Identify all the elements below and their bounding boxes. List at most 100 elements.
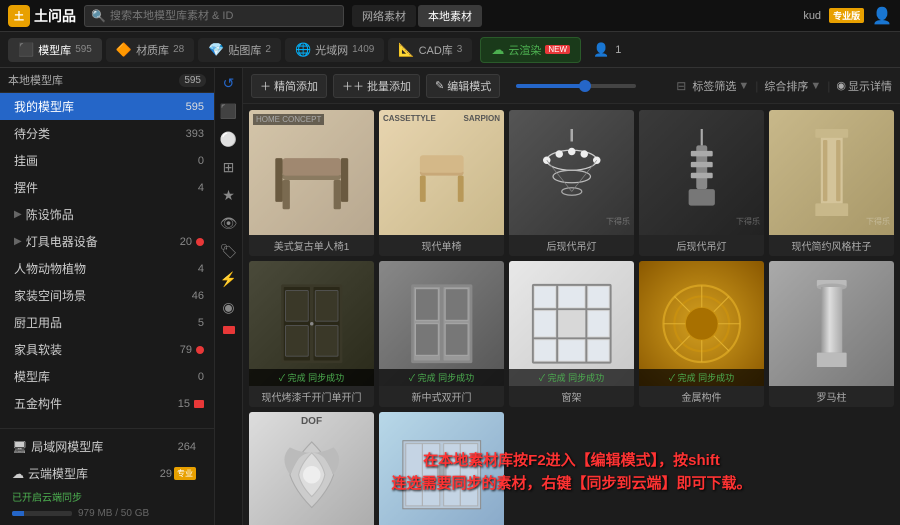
thumb-metal: ✓ 完成 同步成功: [639, 261, 764, 386]
btn-display[interactable]: ◉ 显示详情: [836, 78, 892, 94]
brand1-label: CASSETTYLE: [383, 114, 436, 123]
search-input[interactable]: [110, 10, 337, 22]
sidebar-section-title: 本地模型库: [8, 72, 63, 88]
pro-badge: 专业版: [829, 8, 864, 23]
grid-item-metal[interactable]: ✓ 完成 同步成功: [639, 261, 764, 407]
sidebar-item-paintings[interactable]: 挂画 0: [0, 147, 214, 174]
model-tab-icon: ⬛: [18, 42, 34, 58]
grid-item-chair2[interactable]: CASSETTYLE SARPION 现代单椅: [379, 110, 504, 256]
icon-cube[interactable]: ⬛: [218, 100, 240, 122]
item-label: 罗马柱: [769, 386, 894, 407]
tab-local-material[interactable]: 本地素材: [418, 5, 482, 27]
search-icon: 🔍: [91, 9, 106, 23]
pillar-svg: [788, 280, 876, 368]
light-tab-icon: 🌐: [295, 42, 311, 58]
sidebar-bottom: 🖥 局域网模型库 264 ☁ 云端模型库 29 专业 已开启云端同步 979 M…: [0, 428, 214, 525]
btn-tag-filter[interactable]: 标签筛选 ▼: [692, 78, 749, 94]
icon-refresh[interactable]: ↺: [218, 72, 240, 94]
texture-tab-label: 贴图库: [228, 42, 261, 58]
sidebar-item-lan[interactable]: 🖥 局域网模型库 264: [8, 433, 206, 460]
sync-badge: ✓ 完成 同步成功: [509, 369, 634, 386]
grid-item-chandelier2[interactable]: 下得乐 后现代吊灯: [639, 110, 764, 256]
tab-network-material[interactable]: 网络素材: [352, 5, 416, 27]
item-label: 窗架: [509, 386, 634, 407]
btn-edit-mode[interactable]: ✎ 编辑模式: [426, 74, 500, 98]
column-svg: [788, 129, 876, 217]
grid-item-pillar[interactable]: 罗马柱: [769, 261, 894, 407]
watermark: 下得乐: [606, 216, 630, 227]
btn-batch-add-label: 批量添加: [367, 78, 411, 94]
sidebar-item-furniture[interactable]: 家具软装 79: [0, 336, 214, 363]
tab-cad-library[interactable]: 📐 CAD库 3: [388, 38, 472, 62]
material-tab-icon: 🔶: [116, 42, 132, 58]
icon-tag[interactable]: 🏷: [218, 240, 240, 262]
display-icon: ◉: [836, 79, 846, 92]
sort-label: 综合排序: [764, 78, 808, 94]
sync-status: 已开启云端同步: [8, 487, 206, 506]
lan-count: 264: [178, 441, 196, 453]
sidebar-item-kitchen[interactable]: 厨卫用品 5: [0, 309, 214, 336]
expand-arrow-icon: ▶: [14, 236, 22, 247]
sidebar-item-ornaments[interactable]: 摆件 4: [0, 174, 214, 201]
sidebar-item-model-library[interactable]: 模型库 0: [0, 363, 214, 390]
item-label: 金属构件: [639, 386, 764, 407]
size-slider[interactable]: [516, 84, 636, 88]
grid-item-column[interactable]: 下得乐 现代简约风格柱子: [769, 110, 894, 256]
grid-item-ornament[interactable]: DOF 石膏线装饰: [249, 412, 374, 525]
sidebar-item-count: 15: [178, 398, 190, 410]
toolbar: ＋ 精简添加 ＋＋ 批量添加 ✎ 编辑模式 ⊟ 标签筛选 ▼: [243, 68, 900, 104]
tab-cloud-render[interactable]: ☁ 云渲染 NEW: [480, 37, 581, 63]
sidebar-item-lighting[interactable]: ▶ 灯具电器设备 20: [0, 228, 214, 255]
grid-item-glass[interactable]: 玻璃推拉门: [379, 412, 504, 525]
icon-eye2[interactable]: ◉: [218, 296, 240, 318]
icon-star[interactable]: ★: [218, 184, 240, 206]
sidebar-item-label: 待分类: [14, 125, 186, 142]
sidebar-item-hardware[interactable]: 五金构件 15: [0, 390, 214, 417]
btn-batch-add[interactable]: ＋＋ 批量添加: [333, 74, 420, 98]
add-simple-icon: ＋: [260, 78, 271, 94]
icon-grid[interactable]: ⊞: [218, 156, 240, 178]
sidebar-item-decorations[interactable]: ▶ 陈设饰品: [0, 201, 214, 228]
tab-texture-library[interactable]: 💎 贴图库 2: [198, 38, 281, 62]
grid-item-window[interactable]: ✓ 完成 同步成功: [509, 261, 634, 407]
sidebar-item-count: 5: [198, 317, 204, 329]
search-bar[interactable]: 🔍: [84, 5, 344, 27]
thumb-ornament: DOF: [249, 412, 374, 525]
sidebar-item-count: 0: [198, 371, 204, 383]
grid-item-chair1[interactable]: HOME CONCEPT 美式复古单人椅1: [249, 110, 374, 256]
sidebar-item-cloud[interactable]: ☁ 云端模型库 29 专业: [8, 460, 206, 487]
cad-tab-count: 3: [457, 44, 463, 55]
red-rect-indicator: [194, 400, 204, 408]
main-tabs-row: ⬛ 模型库 595 🔶 材质库 28 💎 贴图库 2 🌐 光域网 1409 📐 …: [0, 32, 900, 68]
tab-light-library[interactable]: 🌐 光域网 1409: [285, 38, 384, 62]
sidebar-item-figures[interactable]: 人物动物植物 4: [0, 255, 214, 282]
glass-svg: [398, 431, 486, 519]
app-logo: 土 土问品: [8, 5, 76, 27]
btn-simple-add[interactable]: ＋ 精简添加: [251, 74, 327, 98]
divider2: |: [827, 79, 830, 93]
icon-plug[interactable]: ⚡: [218, 268, 240, 290]
tab-model-library[interactable]: ⬛ 模型库 595: [8, 38, 102, 62]
pro-tag: 专业: [174, 467, 196, 480]
grid-item-door2[interactable]: ✓ 完成 同步成功 新中式双开门: [379, 261, 504, 407]
sidebar-item-my-models[interactable]: 我的模型库 595: [0, 93, 214, 120]
tab-material-library[interactable]: 🔶 材质库 28: [106, 38, 194, 62]
icon-sphere[interactable]: ⚪: [218, 128, 240, 150]
window-svg: [528, 280, 616, 368]
sync-badge: ✓ 完成 同步成功: [639, 369, 764, 386]
icon-eye[interactable]: 👁: [218, 212, 240, 234]
sidebar-item-scenes[interactable]: 家装空间场景 46: [0, 282, 214, 309]
sidebar-item-uncategorized[interactable]: 待分类 393: [0, 120, 214, 147]
thumb-chair2: CASSETTYLE SARPION: [379, 110, 504, 235]
thumb-pillar: [769, 261, 894, 386]
watermark: 下得乐: [866, 216, 890, 227]
sidebar-item-label: 陈设饰品: [26, 206, 204, 223]
btn-sort[interactable]: 综合排序 ▼: [764, 78, 821, 94]
expand-arrow-icon: ▶: [14, 209, 22, 220]
grid-item-chandelier1[interactable]: 下得乐: [509, 110, 634, 256]
storage-info: 979 MB / 50 GB: [8, 506, 206, 521]
cloud-tab-badge: NEW: [545, 45, 570, 54]
item-label: 现代烤漆千开门单开门: [249, 386, 374, 407]
user-icon: 👤: [593, 42, 609, 58]
grid-item-door1[interactable]: ✓ 完成 同步成功 现代烤漆千开门单开门: [249, 261, 374, 407]
